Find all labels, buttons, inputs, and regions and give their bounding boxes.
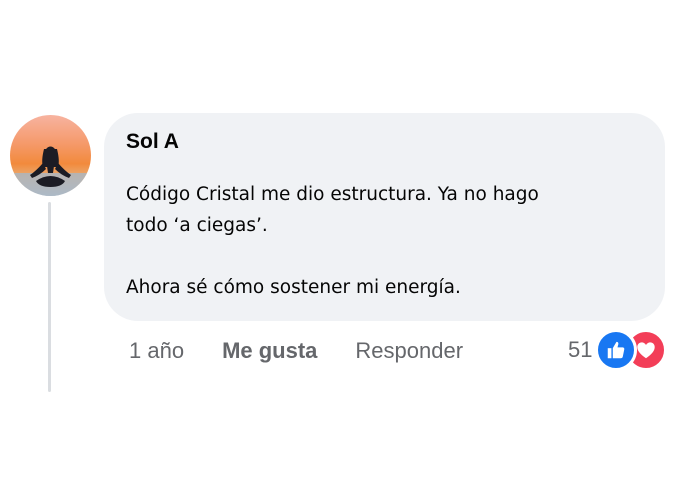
comment-text-line: Ahora sé cómo sostener mi energía.: [126, 277, 461, 298]
reaction-icons: [595, 329, 673, 371]
reaction-count: 51: [568, 337, 593, 362]
comment-thread: Sol A Código Cristal me dio estructura. …: [0, 0, 700, 500]
reactions-summary[interactable]: 51: [568, 329, 673, 371]
comment-body: Código Cristal me dio estructura. Ya no …: [126, 179, 643, 303]
reply-button[interactable]: Responder: [355, 338, 463, 364]
meditation-avatar-icon: [10, 115, 91, 196]
author-name[interactable]: Sol A: [126, 127, 643, 157]
comment-text-line: Código Cristal me dio estructura. Ya no …: [126, 184, 539, 205]
comment-bubble: Sol A Código Cristal me dio estructura. …: [104, 113, 665, 321]
comment-timestamp[interactable]: 1 año: [129, 338, 184, 364]
like-button[interactable]: Me gusta: [222, 338, 317, 364]
comment-text-line: todo ‘a ciegas’.: [126, 215, 268, 236]
reply-thread-line: [48, 202, 51, 392]
comment-actions: 1 año Me gusta Responder: [129, 334, 463, 368]
author-avatar[interactable]: [10, 115, 91, 196]
